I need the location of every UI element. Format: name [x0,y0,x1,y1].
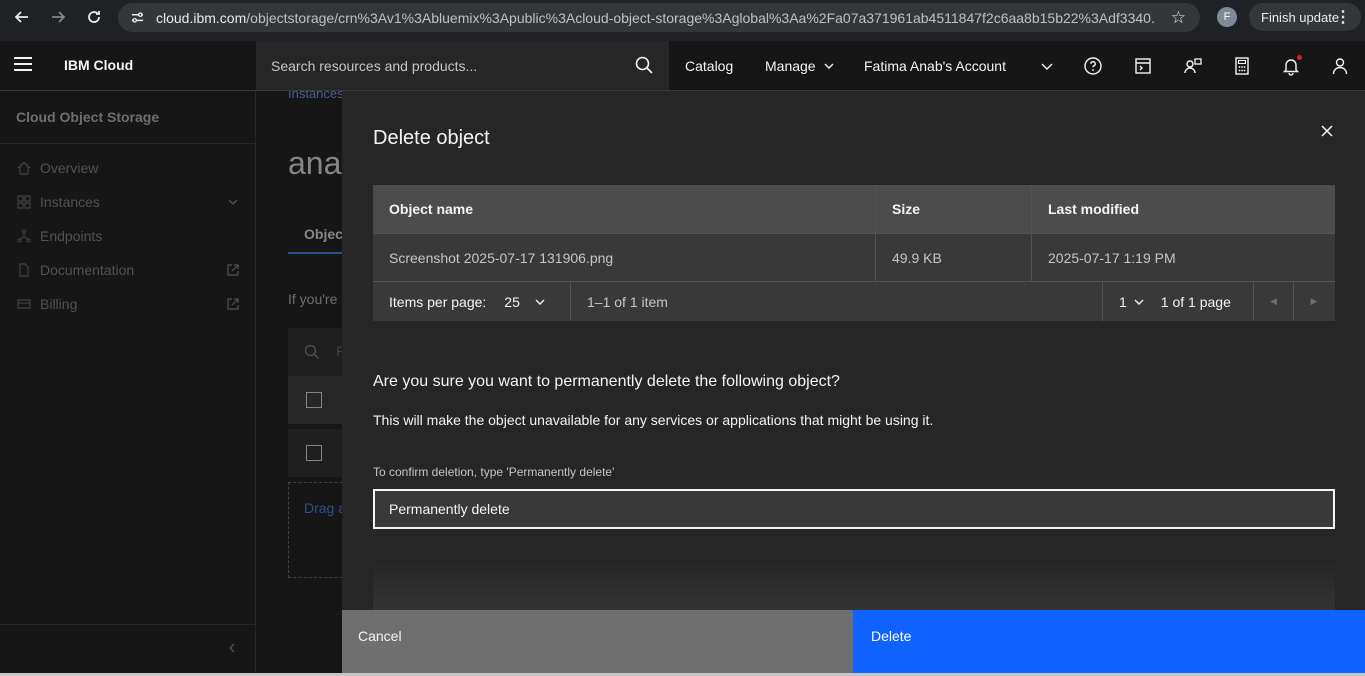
account-switcher[interactable]: Fatima Anab's Account [864,58,1006,74]
reload-icon[interactable] [76,0,112,34]
next-page-button[interactable]: ▶ [1294,282,1334,321]
table-row: Screenshot 2025-07-17 131906.png 49.9 KB… [373,233,1335,281]
finish-update-label: Finish update [1261,9,1340,25]
close-icon[interactable] [1317,121,1337,141]
page-count-text: 1 of 1 page [1160,293,1231,310]
address-bar[interactable]: cloud.ibm.com/objectstorage/crn%3Av1%3Ab… [118,3,1200,32]
cell-object-name: Screenshot 2025-07-17 131906.png [373,234,876,281]
global-search [256,41,669,90]
finish-update-button[interactable]: Finish update ⋮ [1249,3,1361,31]
calculator-icon[interactable] [1231,55,1253,77]
more-vert-icon[interactable]: ⋮ [1335,7,1351,27]
user-profile-icon[interactable] [1329,55,1351,77]
ibm-cloud-header: IBM Cloud Catalog Manage Fatima Anab's A… [0,41,1365,91]
items-per-page-label: Items per page: [389,293,487,310]
search-input[interactable] [256,57,616,74]
site-settings-icon[interactable] [118,10,156,25]
url-text: cloud.ibm.com/objectstorage/crn%3Av1%3Ab… [156,9,1156,26]
caret-right-icon: ▶ [1310,296,1318,306]
delete-button[interactable]: Delete [853,610,1365,676]
cell-size: 49.9 KB [876,234,1032,281]
cancel-button[interactable]: Cancel [342,610,853,676]
confirm-label: To confirm deletion, type 'Permanently d… [373,465,615,479]
items-per-page: Items per page: 25 [373,282,571,321]
objects-table: Object name Size Last modified Screensho… [373,185,1335,321]
browser-toolbar: cloud.ibm.com/objectstorage/crn%3Av1%3Ab… [0,0,1365,41]
table-header: Object name Size Last modified [373,185,1335,233]
confirm-question: Are you sure you want to permanently del… [373,373,840,390]
modal-overlay [0,91,342,676]
back-icon[interactable] [4,0,40,34]
notification-bell-icon[interactable] [1280,55,1302,77]
brand-name[interactable]: IBM Cloud [64,57,133,73]
scroll-fade [373,561,1335,610]
bookmark-star-icon[interactable]: ☆ [1171,8,1186,28]
terminal-icon[interactable] [1132,55,1154,77]
modal-title: Delete object [373,127,490,149]
column-header-size: Size [876,185,1032,233]
chevron-down-icon [824,63,834,69]
items-per-page-select[interactable]: 25 [504,294,520,310]
chevron-down-icon[interactable] [1133,296,1145,308]
items-range: 1–1 of 1 item [571,282,1103,321]
cell-last-modified: 2025-07-17 1:19 PM [1048,249,1176,266]
warning-text: This will make the object unavailable fo… [373,412,934,428]
previous-page-button[interactable]: ◀ [1254,282,1294,321]
hamburger-menu-icon[interactable] [14,57,34,75]
column-header-last-modified: Last modified [1048,201,1140,217]
notification-dot [1297,55,1302,60]
manage-label: Manage [765,58,816,74]
pagination: Items per page: 25 1–1 of 1 item 1 1 of … [373,281,1335,321]
column-header-object-name: Object name [373,185,876,233]
delete-object-modal: Delete object Object name Size Last modi… [342,91,1365,676]
forward-icon[interactable] [40,0,76,34]
catalog-link[interactable]: Catalog [685,58,733,74]
page-selector: 1 1 of 1 page [1103,282,1254,321]
profile-avatar[interactable]: F [1217,7,1237,27]
caret-left-icon: ◀ [1270,296,1277,306]
user-switch-icon[interactable] [1182,55,1204,77]
help-icon[interactable] [1082,55,1104,77]
confirm-delete-input[interactable] [373,489,1335,529]
manage-menu[interactable]: Manage [765,58,835,74]
chevron-down-icon[interactable] [534,296,546,308]
account-chevron-icon[interactable] [1036,55,1058,77]
search-icon[interactable] [635,56,653,74]
page-select[interactable]: 1 [1119,294,1127,310]
